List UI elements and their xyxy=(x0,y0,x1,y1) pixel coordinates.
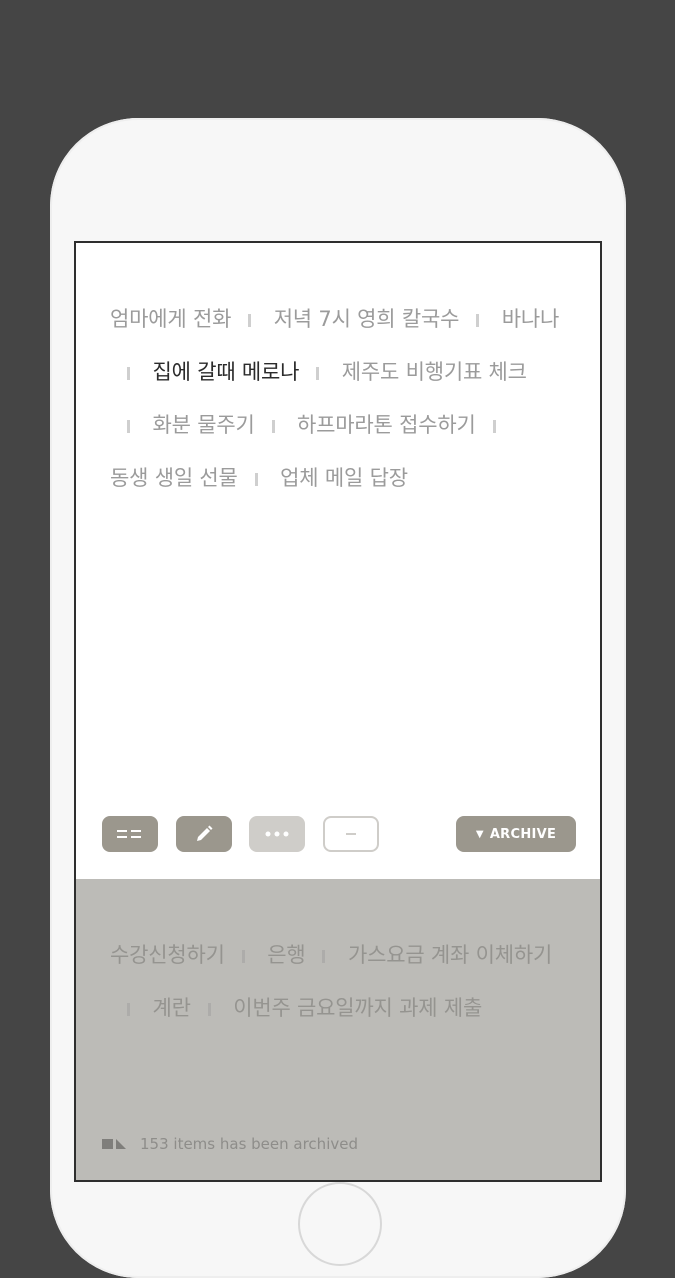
item-separator xyxy=(127,367,130,380)
item-separator xyxy=(127,1003,130,1016)
archive-panel: 수강신청하기 은행 가스요금 계좌 이체하기 계란 이번주 금요일까지 과제 제… xyxy=(76,879,600,1180)
home-button[interactable] xyxy=(298,1182,382,1266)
list-view-button[interactable] xyxy=(102,816,158,852)
archive-button[interactable]: ▼ ARCHIVE xyxy=(456,816,576,852)
minus-icon xyxy=(346,833,356,835)
item-separator xyxy=(254,473,258,486)
item-separator xyxy=(476,314,480,327)
app-screen: 엄마에게 전화 저녁 7시 영희 칼국수 바나나 집에 갈때 메로나 제주도 비… xyxy=(74,241,602,1182)
triangle-down-icon: ▼ xyxy=(475,828,484,840)
more-button[interactable] xyxy=(249,816,305,852)
item-separator xyxy=(322,950,326,963)
archived-item[interactable]: 수강신청하기 xyxy=(110,943,225,967)
todo-item[interactable]: 집에 갈때 메로나 xyxy=(152,360,299,384)
item-separator xyxy=(248,314,252,327)
archived-item[interactable]: 계란 xyxy=(152,996,190,1020)
todo-item[interactable]: 엄마에게 전화 xyxy=(110,307,231,331)
item-separator xyxy=(316,367,320,380)
archived-list: 수강신청하기 은행 가스요금 계좌 이체하기 계란 이번주 금요일까지 과제 제… xyxy=(110,929,562,1035)
todo-item[interactable]: 바나나 xyxy=(502,307,560,331)
todo-item[interactable]: 저녁 7시 영희 칼국수 xyxy=(274,307,460,331)
todo-item[interactable]: 동생 생일 선물 xyxy=(110,466,238,490)
remove-button[interactable] xyxy=(323,816,379,852)
archive-box-icon xyxy=(102,1139,126,1149)
archived-item[interactable]: 가스요금 계좌 이체하기 xyxy=(348,943,552,967)
item-separator xyxy=(207,1003,211,1016)
todo-item[interactable]: 하프마라톤 접수하기 xyxy=(297,413,476,437)
item-separator xyxy=(271,420,275,433)
archived-item[interactable]: 은행 xyxy=(267,943,305,967)
todo-item[interactable]: 화분 물주기 xyxy=(152,413,254,437)
item-separator xyxy=(241,950,245,963)
item-separator xyxy=(492,420,496,433)
archive-button-label: ARCHIVE xyxy=(489,826,557,842)
pencil-icon xyxy=(197,825,213,841)
todo-list: 엄마에게 전화 저녁 7시 영희 칼국수 바나나 집에 갈때 메로나 제주도 비… xyxy=(110,293,562,505)
todo-item[interactable]: 제주도 비행기표 체크 xyxy=(342,360,527,384)
toolbar: ▼ ARCHIVE xyxy=(76,816,600,856)
archived-count-text: 153 items has been archived xyxy=(140,1135,358,1153)
archive-footer: 153 items has been archived xyxy=(102,1135,358,1153)
list-icon xyxy=(117,830,141,838)
edit-button[interactable] xyxy=(176,816,232,852)
item-separator xyxy=(127,420,130,433)
todo-item[interactable]: 업체 메일 답장 xyxy=(280,466,408,490)
archived-item[interactable]: 이번주 금요일까지 과제 제출 xyxy=(233,996,482,1020)
more-dots-icon xyxy=(265,831,289,837)
